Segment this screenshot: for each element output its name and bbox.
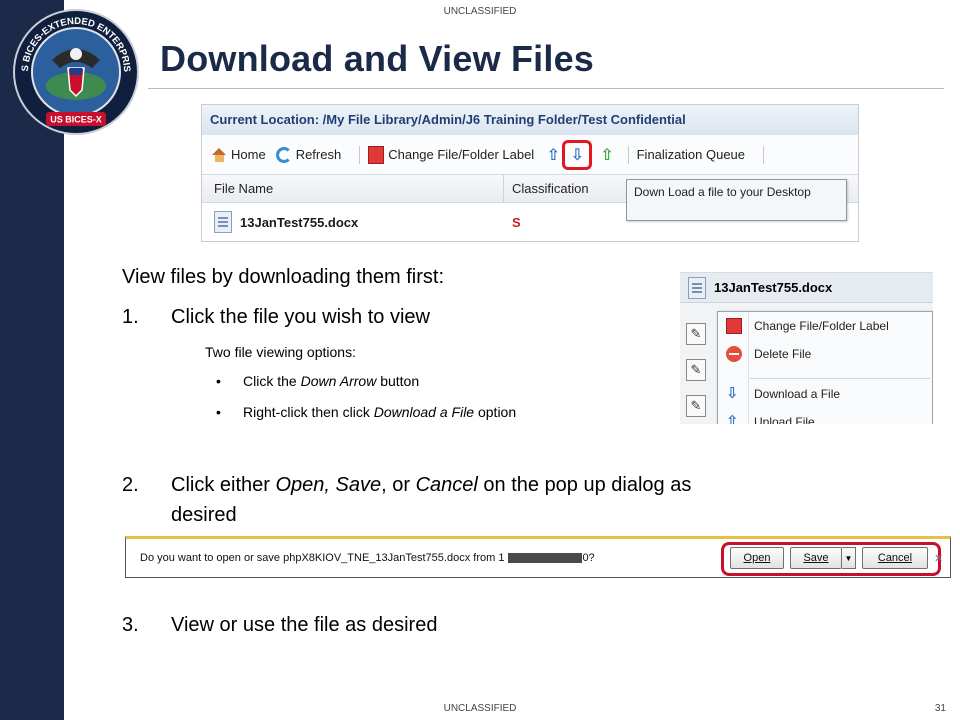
option1-pre: Click the [243,373,301,389]
download-arrow-icon: ⇩ [726,385,739,402]
menu-file-row[interactable]: 13JanTest755.docx [680,273,933,303]
classification-cell: S [512,214,521,230]
step2-mid: , or [381,474,416,496]
redacted-address [508,553,583,564]
option1-text: Click the Down Arrow button [243,373,419,389]
current-location: Current Location: /My File Library/Admin… [202,105,858,135]
classification-top: UNCLASSIFIED [443,6,517,17]
refresh-button[interactable]: Refresh [275,146,342,163]
menu-separator [750,378,930,379]
menu-item-label: Delete File [754,347,812,361]
step2-post: on the pop up dialog as [477,474,692,496]
us-bices-logo: US BICES-EXTENDED ENTERPRISE US BICES-X [12,8,139,135]
menu-item-change-label[interactable]: Change File/Folder Label [718,314,933,338]
open-button[interactable]: Open [730,547,784,569]
step1-number: 1. [122,306,139,328]
cancel-button[interactable]: Cancel [862,547,928,569]
menu-item-upload[interactable]: ⇧ Upload File [718,410,933,424]
step2-number: 2. [122,474,139,496]
step2-cancel: Cancel [415,474,478,496]
delete-icon [726,346,742,362]
page-title: Download and View Files [160,38,595,79]
edit-icon[interactable]: ✎ [686,323,706,345]
file-name-cell: 13JanTest755.docx [202,211,504,233]
step1-text: Click the file you wish to view [171,306,430,328]
upload-arrow-icon[interactable]: ⇧ [544,146,562,164]
page-number: 31 [934,703,946,714]
column-file-name[interactable]: File Name [202,175,504,202]
option1-post: button [376,373,420,389]
refresh-label: Refresh [295,147,342,162]
change-label-button[interactable]: Change File/Folder Label [368,145,535,164]
add-file-icon[interactable]: ⇧ [600,145,613,165]
save-options-dropdown[interactable]: ▼ [842,547,856,569]
toolbar-separator [763,145,765,164]
home-icon [212,147,227,162]
file-library-screenshot: Current Location: /My File Library/Admin… [201,104,859,242]
context-menu: Change File/Folder Label Delete File ⇩ D… [717,311,933,424]
download-arrow-icon: ⇩ [570,146,584,164]
toolbar-separator [627,145,629,164]
step2-text: Click either Open, Save, or Cancel on th… [171,474,691,497]
label-icon [368,145,385,164]
question-text-end: 0? [582,552,595,564]
library-toolbar: Home Refresh Change File/Folder Label ⇧ … [202,135,858,175]
menu-item-delete[interactable]: Delete File [718,342,933,366]
step2-pre: Click either [171,474,276,496]
finalization-queue-button[interactable]: Finalization Queue [637,147,745,162]
close-icon[interactable]: ✕ [934,552,943,565]
download-tooltip: Down Load a file to your Desktop [626,179,847,221]
step3-text: View or use the file as desired [171,614,438,636]
edit-icon[interactable]: ✎ [686,359,706,381]
toolbar-separator [359,145,361,164]
menu-item-download[interactable]: ⇩ Download a File [718,382,933,406]
step2-save: Save [335,474,382,496]
step2-open: Open, [275,474,330,496]
upload-arrow-icon: ⇧ [726,413,739,424]
option1-emphasis: Down Arrow [300,373,377,389]
document-icon [688,276,706,299]
menu-item-label: Upload File [754,415,815,424]
intro-text: View files by downloading them first: [122,266,445,288]
edit-icon[interactable]: ✎ [686,395,706,417]
download-arrow-button[interactable]: ⇩ [562,139,593,170]
menu-file-name: 13JanTest755.docx [714,280,833,295]
download-question: Do you want to open or save phpX8KIOV_TN… [140,552,595,564]
home-label: Home [231,147,266,162]
step2-text-line2: desired [171,504,237,526]
bullet-marker: • [216,373,221,389]
option2-pre: Right-click then click [243,404,374,420]
option2-text: Right-click then click Download a File o… [243,404,516,420]
classification-bottom: UNCLASSIFIED [443,703,517,714]
options-label: Two file viewing options: [205,344,356,360]
change-label-text: Change File/Folder Label [388,147,535,162]
refresh-icon [275,146,292,163]
column-classification[interactable]: Classification [504,181,589,196]
download-dialog-screenshot: Do you want to open or save phpX8KIOV_TN… [125,536,951,578]
label-icon [726,318,742,334]
menu-item-label: Change File/Folder Label [754,319,889,333]
finalization-label: Finalization Queue [636,147,746,162]
step3-number: 3. [122,614,139,636]
bullet-marker: • [216,404,221,420]
logo-banner-text: US BICES-X [50,115,102,125]
option2-post: option [474,404,517,420]
home-button[interactable]: Home [212,147,266,162]
file-name-text: 13JanTest755.docx [240,214,359,230]
menu-item-label: Download a File [754,387,841,401]
title-divider [148,88,944,89]
context-menu-screenshot: 13JanTest755.docx ✎ ✎ ✎ Change File/Fold… [680,272,933,424]
document-icon [214,211,232,233]
save-button[interactable]: Save [790,547,842,569]
question-text-start: Do you want to open or save phpX8KIOV_TN… [140,552,505,564]
option2-emphasis: Download a File [373,404,475,420]
